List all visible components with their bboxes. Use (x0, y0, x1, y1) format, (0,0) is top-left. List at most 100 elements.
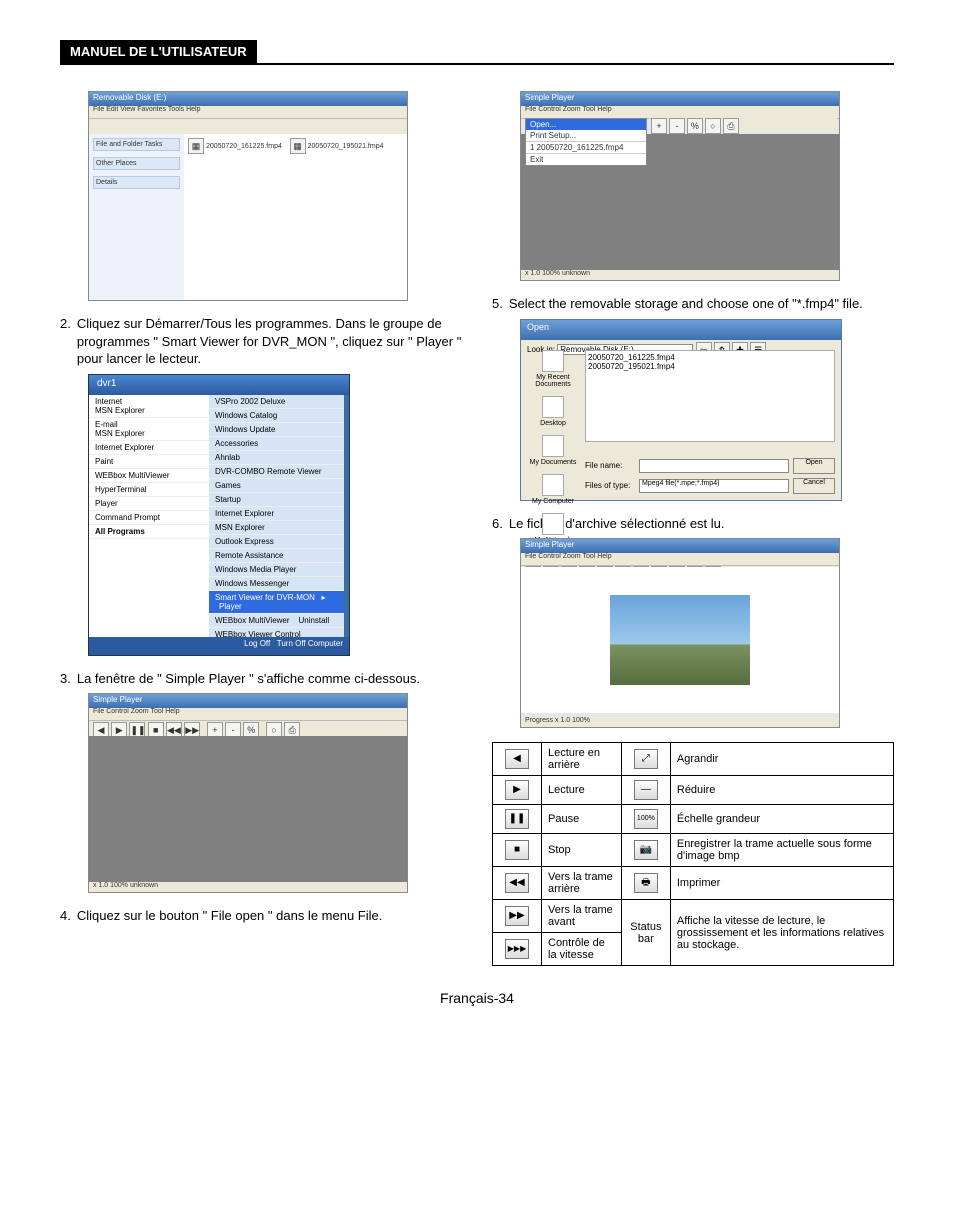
step-3-num: 3. (60, 670, 71, 688)
explorer-tasks: File and Folder Tasks (93, 138, 180, 151)
startmenu-right-item: Windows Messenger (209, 577, 344, 591)
toolbar-icon: ⎙ (723, 118, 739, 134)
file-printsetup-item: Print Setup... (526, 130, 646, 141)
ctrl-label: Imprimer (670, 867, 893, 900)
startmenu-left-item: Player (89, 497, 209, 511)
startmenu-right-item: MSN Explorer (209, 521, 344, 535)
sp2-title: Simple Player (521, 92, 839, 106)
file-open-item: Open... (526, 119, 646, 130)
startmenu-right-item: Startup (209, 493, 344, 507)
print-icon: 🖶 (634, 873, 658, 893)
explorer-details: Details (93, 176, 180, 189)
startmenu-right-item-highlight: Smart Viewer for DVR-MON ▸ Player (209, 591, 344, 614)
step-5-num: 5. (492, 295, 503, 313)
opendlg-side-item: Desktop (525, 396, 581, 427)
controls-table: ◀ Lecture en arrière ⤢ Agrandir ▶ Lectur… (492, 742, 894, 966)
ctrl-label: Pause (542, 805, 622, 834)
sp3-title: Simple Player (521, 539, 839, 553)
startmenu-right-item: VSPro 2002 Deluxe (209, 395, 344, 409)
explorer-titlebar: Removable Disk (E:) (89, 92, 407, 106)
video-frame (610, 595, 750, 685)
ctrl-label: Lecture (542, 776, 622, 805)
ctrl-label: Contrôle de la vitesse (542, 933, 622, 966)
sp3-menu: File Control Zoom Tool Help (521, 553, 839, 566)
explorer-places: Other Places (93, 157, 180, 170)
file-recent-item: 1 20050720_161225.fmp4 (526, 141, 646, 153)
step-4-text: Cliquez sur le bouton " File open " dans… (77, 907, 462, 925)
opendlg-cancel-button: Cancel (793, 478, 835, 494)
step-4: 4. Cliquez sur le bouton " File open " d… (60, 907, 462, 925)
step-5-text: Select the removable storage and choose … (509, 295, 894, 313)
opendlg-filetype-label: Files of type: (585, 481, 635, 490)
explorer-file2: 20050720_195021.fmp4 (308, 143, 384, 150)
table-row: ◀◀ Vers la trame arrière 🖶 Imprimer (493, 867, 894, 900)
startmenu-right-item: Windows Catalog (209, 409, 344, 423)
startmenu-right-item: Internet Explorer (209, 507, 344, 521)
startmenu-left-item: HyperTerminal (89, 483, 209, 497)
manual-header-title: MANUEL DE L'UTILISATEUR (60, 40, 257, 63)
step-2-num: 2. (60, 315, 71, 368)
step-3-text: La fenêtre de " Simple Player " s'affich… (77, 670, 462, 688)
opendlg-filetype-field: Mpeg4 file(*.mpe;*.fmp4) (639, 479, 789, 493)
table-row: ❚❚ Pause 100% Échelle grandeur (493, 805, 894, 834)
screenshot-opendialog: Open Look in: Removable Disk (E:) ⇦ ⤊ ✚ … (520, 319, 842, 501)
opendlg-file1: 20050720_161225.fmp4 (588, 353, 832, 362)
frameback-icon: ◀◀ (505, 873, 529, 893)
ctrl-label: Échelle grandeur (670, 805, 893, 834)
startmenu-sub-player: Player (219, 602, 242, 611)
sp2-status: x 1.0 100% unknown (521, 270, 839, 280)
zoomout-icon: — (634, 780, 658, 800)
manual-header: MANUEL DE L'UTILISATEUR (60, 40, 894, 65)
screenshot-simpleplayer-filemenu: Simple Player File Control Zoom Tool Hel… (520, 91, 840, 281)
file-icon: ▦ (188, 138, 204, 154)
startmenu-right-item: WEBbox MultiViewer Uninstall (209, 614, 344, 628)
pause-icon: ❚❚ (505, 809, 529, 829)
stop-icon: ■ (505, 840, 529, 860)
opendlg-filename-field (639, 459, 789, 473)
sp-menu: File Control Zoom Tool Help (89, 708, 407, 721)
speed-icon: ▶▶▶ (505, 939, 529, 959)
toolbar-icon: + (651, 118, 667, 134)
startmenu-user: dvr1 (89, 375, 349, 395)
ctrl-label: Enregistrer la trame actuelle sous forme… (670, 834, 893, 867)
toolbar-icon: ○ (705, 118, 721, 134)
startmenu-right-item: Windows Media Player (209, 563, 344, 577)
ctrl-label: Vers la trame arrière (542, 867, 622, 900)
explorer-menubar: File Edit View Favorites Tools Help (89, 106, 407, 119)
explorer-file1: 20050720_161225.fmp4 (206, 143, 282, 150)
page-footer: Français-34 (60, 990, 894, 1006)
startmenu-left-item: InternetMSN Explorer (89, 395, 209, 418)
startmenu-logoff: Log Off (244, 639, 270, 648)
step-5: 5. Select the removable storage and choo… (492, 295, 894, 313)
screenshot-explorer: Removable Disk (E:) File Edit View Favor… (88, 91, 408, 301)
sp-status: x 1.0 100% unknown (89, 882, 407, 892)
step-2-text: Cliquez sur Démarrer/Tous les programmes… (77, 315, 462, 368)
startmenu-right-item: Windows Update (209, 423, 344, 437)
step-6-num: 6. (492, 515, 503, 533)
opendlg-side-item: My Computer (525, 474, 581, 505)
opendlg-filename-label: File name: (585, 461, 635, 470)
table-row: ▶ Lecture — Réduire (493, 776, 894, 805)
sp3-status: Progress x 1.0 100% (521, 717, 839, 727)
startmenu-right-item: Outlook Express (209, 535, 344, 549)
opendlg-side-item: My Recent Documents (525, 350, 581, 388)
table-row: ■ Stop 📷 Enregistrer la trame actuelle s… (493, 834, 894, 867)
play-icon: ▶ (505, 780, 529, 800)
startmenu-left-item: Command Prompt (89, 511, 209, 525)
ctrl-label: Agrandir (670, 743, 893, 776)
table-row: ▶▶ Vers la trame avant Status bar Affich… (493, 900, 894, 933)
table-row: ◀ Lecture en arrière ⤢ Agrandir (493, 743, 894, 776)
sp-title: Simple Player (89, 694, 407, 708)
ctrl-label: Stop (542, 834, 622, 867)
toolbar-icon: - (669, 118, 685, 134)
ctrl-label: Vers la trame avant (542, 900, 622, 933)
step-3: 3. La fenêtre de " Simple Player " s'aff… (60, 670, 462, 688)
screenshot-simpleplayer-empty: Simple Player File Control Zoom Tool Hel… (88, 693, 408, 893)
opendlg-side-item: My Documents (525, 435, 581, 466)
ctrl-label: Réduire (670, 776, 893, 805)
startmenu-right-item: Games (209, 479, 344, 493)
zoomin-icon: ⤢ (634, 749, 658, 769)
file-icon: ▦ (290, 138, 306, 154)
startmenu-left-item: WEBbox MultiViewer (89, 469, 209, 483)
screenshot-startmenu: dvr1 InternetMSN Explorer E-mailMSN Expl… (88, 374, 350, 656)
